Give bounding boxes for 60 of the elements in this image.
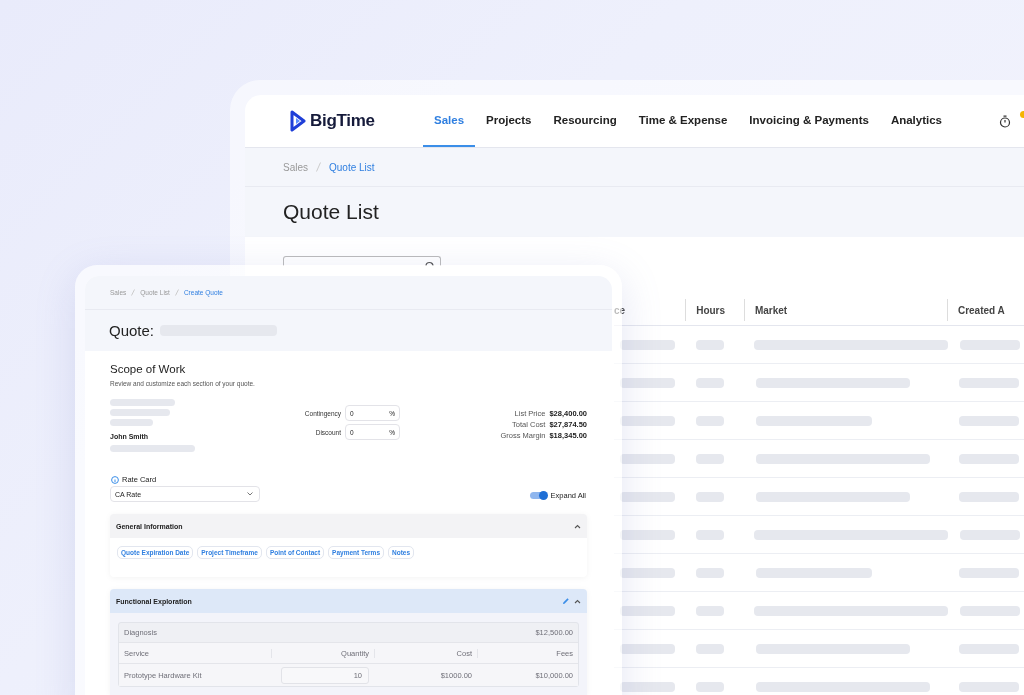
placeholder-bar <box>620 605 675 616</box>
placeholder-bar <box>620 377 675 388</box>
breadcrumb-separator <box>316 162 321 172</box>
breadcrumb-link[interactable]: Quote List <box>329 161 375 173</box>
nav-tab[interactable]: Analytics <box>879 95 953 147</box>
placeholder-bar <box>696 415 725 426</box>
placeholder-bar <box>620 643 675 654</box>
nav-tab[interactable]: Resourcing <box>542 95 628 147</box>
placeholder-bar <box>959 415 1019 426</box>
placeholder-bar <box>960 339 1021 350</box>
placeholder-bar <box>620 681 675 692</box>
logo-text: BigTime <box>310 111 375 131</box>
placeholder-bar <box>696 643 725 654</box>
placeholder-bar <box>620 453 675 464</box>
placeholder-bar <box>620 415 675 426</box>
search-field[interactable] <box>283 256 441 266</box>
placeholder-bar <box>696 453 725 464</box>
toggle-switch[interactable] <box>529 492 547 499</box>
chevron-up-icon[interactable] <box>574 523 581 529</box>
placeholder-bar <box>696 681 725 692</box>
placeholder-bar <box>696 377 725 388</box>
placeholder-bar <box>959 491 1019 502</box>
chevron-up-icon[interactable] <box>574 598 581 604</box>
placeholder-bar <box>960 529 1021 540</box>
placeholder-bar <box>620 567 675 578</box>
placeholder-bar <box>696 567 725 578</box>
placeholder-bar <box>110 409 170 416</box>
placeholder-bar <box>960 605 1021 616</box>
column-header: Hours <box>696 304 726 316</box>
stopwatch-icon[interactable] <box>999 114 1011 128</box>
placeholder-bar <box>110 399 175 406</box>
placeholder-bar <box>695 605 724 616</box>
column-header: ce <box>614 304 626 316</box>
nav-tab[interactable]: Time & Expense <box>627 95 739 147</box>
placeholder-bar <box>959 643 1019 654</box>
placeholder-bar <box>696 491 725 502</box>
nav-tab[interactable]: Invoicing & Payments <box>738 95 880 147</box>
breadcrumb-separator <box>131 289 136 296</box>
placeholder-bar <box>959 681 1019 692</box>
breadcrumb-separator <box>174 289 179 296</box>
placeholder-bar <box>959 377 1019 388</box>
caret-icon <box>247 492 253 496</box>
placeholder-bar <box>695 339 724 350</box>
logo-icon <box>290 110 306 132</box>
placeholder-bar <box>695 529 724 540</box>
placeholder-bar <box>620 491 675 502</box>
pencil-icon[interactable] <box>562 597 570 605</box>
placeholder-bar <box>620 339 675 350</box>
page-title: Quote: <box>109 322 155 339</box>
page-title: Quote List <box>283 200 379 224</box>
column-header: Created A <box>957 304 1005 316</box>
info-icon <box>111 475 119 484</box>
breadcrumb-link[interactable]: Sales <box>283 161 308 173</box>
placeholder-bar <box>959 567 1019 578</box>
placeholder-bar <box>620 529 675 540</box>
placeholder-bar <box>110 419 153 426</box>
placeholder-bar <box>959 453 1019 464</box>
column-header: Market <box>754 304 788 316</box>
nav-tab[interactable]: Projects <box>475 95 543 147</box>
section-title: Scope of Work <box>110 363 187 375</box>
